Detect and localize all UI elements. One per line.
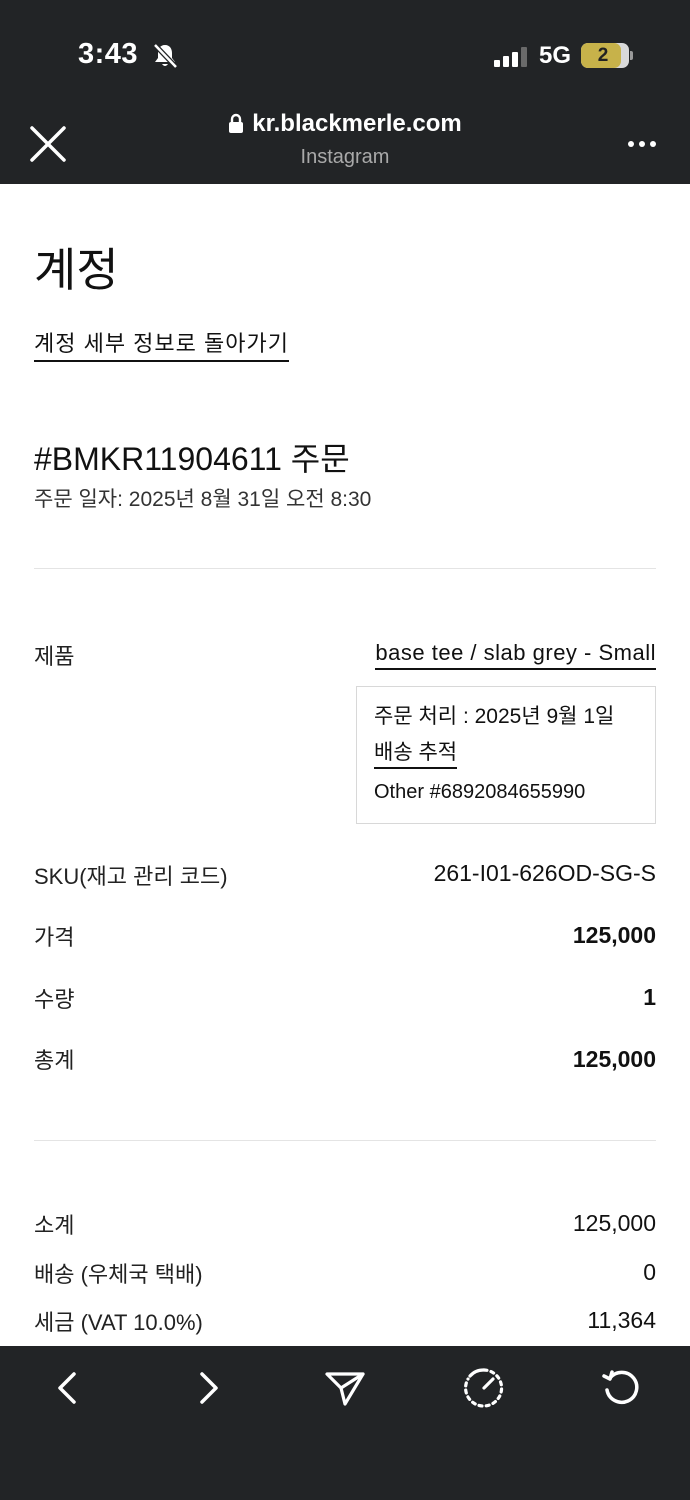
shipping-value: 0 [643, 1259, 656, 1285]
tracking-number: Other #6892084655990 [374, 781, 586, 803]
divider [34, 1140, 656, 1141]
track-shipment-link[interactable]: 배송 추적 [374, 739, 458, 769]
battery-icon: 2 [581, 43, 629, 68]
shipping-label: 배송 (우체국 택배) [34, 1262, 203, 1287]
more-options-icon[interactable] [626, 138, 658, 150]
tax-label: 세금 (VAT 10.0%) [34, 1310, 203, 1335]
url-text: kr.blackmerle.com [252, 110, 462, 137]
battery-level: 2 [597, 45, 609, 66]
reload-icon[interactable] [600, 1366, 644, 1410]
source-app-label: Instagram [300, 146, 390, 168]
lock-icon [229, 113, 244, 133]
fulfillment-box: 주문 처리 : 2025년 9월 1일 배송 추적 Other #6892084… [356, 686, 656, 824]
quantity-value: 1 [643, 984, 656, 1010]
order-number: #BMKR11904611 주문 [34, 441, 350, 477]
browser-bottom-toolbar [0, 1346, 690, 1500]
price-label: 가격 [34, 925, 75, 950]
product-link[interactable]: base tee / slab grey - Small [375, 640, 656, 670]
tax-value: 11,364 [587, 1307, 656, 1333]
bell-muted-icon [153, 43, 178, 69]
network-type: 5G [539, 42, 572, 69]
sku-label: SKU(재고 관리 코드) [34, 864, 228, 889]
order-date: 주문 일자: 2025년 8월 31일 오전 8:30 [34, 488, 372, 511]
product-label: 제품 [34, 644, 75, 669]
browser-top-bar: 3:43 5G 2 kr.blackmerle.com Instagram [0, 0, 690, 184]
send-icon[interactable] [323, 1366, 367, 1410]
safari-compass-icon[interactable] [462, 1366, 506, 1410]
cellular-signal-icon [494, 47, 527, 67]
line-total-value: 125,000 [572, 1046, 656, 1072]
sku-value: 261-I01-626OD-SG-S [433, 860, 656, 886]
price-value: 125,000 [572, 922, 656, 948]
line-total-label: 총계 [34, 1048, 75, 1073]
url-bar[interactable]: kr.blackmerle.com [0, 110, 690, 138]
chevron-right-icon[interactable] [186, 1366, 230, 1410]
status-time: 3:43 [78, 38, 139, 70]
divider [34, 568, 656, 569]
fulfillment-status: 주문 처리 : 2025년 9월 1일 [374, 705, 615, 728]
subtotal-value: 125,000 [572, 1210, 656, 1236]
back-to-account-link[interactable]: 계정 세부 정보로 돌아가기 [34, 326, 289, 362]
subtotal-label: 소계 [34, 1213, 75, 1238]
quantity-label: 수량 [34, 987, 75, 1012]
chevron-left-icon[interactable] [46, 1366, 90, 1410]
battery-cap [630, 51, 633, 60]
page-title: 계정 [34, 244, 119, 296]
